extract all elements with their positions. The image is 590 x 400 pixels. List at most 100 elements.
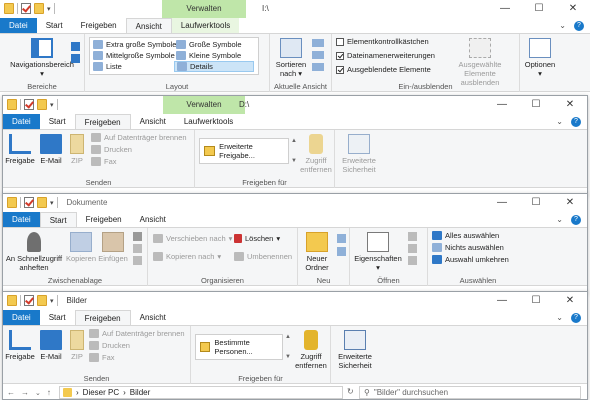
delete-button[interactable]: Löschen ▾: [234, 234, 280, 243]
new-folder-icon[interactable]: [34, 3, 44, 14]
advanced-security-button[interactable]: Erweiterte Sicherheit: [333, 330, 377, 370]
new-item-icon[interactable]: [337, 234, 346, 243]
rename-button[interactable]: Umbenennen: [234, 252, 292, 261]
layout-extra-large-icons[interactable]: Extra große Symbole: [93, 40, 176, 49]
options-button[interactable]: Optionen ▾: [520, 38, 560, 78]
email-button[interactable]: E-Mail: [37, 134, 65, 165]
recent-locations-icon[interactable]: ⌄: [35, 389, 41, 397]
breadcrumb-this-pc[interactable]: Dieser PC: [83, 388, 119, 397]
qat-dropdown-icon[interactable]: ▾: [50, 101, 54, 109]
checkbox[interactable]: [336, 37, 344, 46]
properties-check-icon[interactable]: [24, 197, 34, 208]
qat-dropdown-icon[interactable]: ▾: [50, 297, 54, 305]
collapse-ribbon-icon[interactable]: ⌄: [556, 215, 563, 224]
help-icon[interactable]: ?: [574, 20, 584, 31]
close-button[interactable]: ✕: [553, 292, 587, 310]
details-pane-icon[interactable]: [71, 54, 80, 63]
copy-to-button[interactable]: Kopieren nach ▾: [153, 252, 221, 261]
stop-sharing-button[interactable]: Zugriff entfernen: [299, 134, 333, 174]
tab-view[interactable]: Ansicht: [131, 212, 175, 227]
fax-button[interactable]: Fax: [91, 157, 117, 166]
tab-view[interactable]: Ansicht: [131, 310, 175, 325]
open-icon[interactable]: [408, 232, 417, 241]
layout-details[interactable]: Details: [174, 61, 254, 72]
burn-disc-button[interactable]: Auf Datenträger brennen: [91, 133, 187, 142]
new-folder-icon[interactable]: [37, 99, 47, 110]
tab-drive-tools[interactable]: Laufwerktools: [171, 18, 240, 33]
collapse-ribbon-icon[interactable]: ⌄: [556, 313, 563, 322]
tab-share[interactable]: Freigeben: [74, 310, 131, 325]
tab-view[interactable]: Ansicht: [131, 114, 175, 129]
invert-selection-button[interactable]: Auswahl umkehren: [432, 255, 509, 264]
maximize-button[interactable]: ☐: [519, 292, 553, 310]
tab-drive-tools[interactable]: Laufwerktools: [175, 114, 242, 129]
layout-medium-icons[interactable]: Mittelgroße Symbole: [93, 51, 175, 60]
print-button[interactable]: Drucken: [89, 341, 130, 350]
qat-dropdown-icon[interactable]: ▾: [47, 5, 51, 13]
copy-button[interactable]: Kopieren: [65, 232, 97, 263]
minimize-button[interactable]: —: [485, 194, 519, 212]
refresh-icon[interactable]: ↻: [347, 387, 354, 396]
tab-file[interactable]: Datei: [3, 212, 40, 227]
select-all-button[interactable]: Alles auswählen: [432, 231, 499, 240]
properties-button[interactable]: Eigenschaften ▾: [352, 232, 404, 272]
properties-check-icon[interactable]: [24, 295, 34, 306]
tab-start[interactable]: Start: [40, 310, 75, 325]
minimize-button[interactable]: —: [485, 292, 519, 310]
search-input[interactable]: ⚲ "Bilder" durchsuchen: [359, 386, 581, 399]
sort-by-button[interactable]: Sortieren nach ▾: [274, 38, 308, 78]
tab-start[interactable]: Start: [37, 18, 72, 33]
tab-start[interactable]: Start: [40, 114, 75, 129]
history-icon[interactable]: [408, 256, 417, 265]
checkbox-hidden-items[interactable]: Ausgeblendete Elemente: [336, 65, 431, 74]
maximize-button[interactable]: ☐: [522, 0, 556, 18]
paste-shortcut-icon[interactable]: [133, 256, 142, 265]
layout-list[interactable]: Liste: [93, 62, 122, 71]
tab-share[interactable]: Freigeben: [77, 212, 131, 227]
checkbox-file-extensions[interactable]: Dateinamenerweiterungen: [336, 51, 435, 60]
burn-disc-button[interactable]: Auf Datenträger brennen: [89, 329, 185, 338]
checkbox[interactable]: [336, 65, 344, 74]
help-icon[interactable]: ?: [571, 312, 581, 323]
share-with-gallery-item[interactable]: Bestimmte Personen...: [195, 334, 283, 360]
add-columns-icon[interactable]: [312, 51, 324, 59]
tab-share[interactable]: Freigeben: [74, 114, 131, 129]
print-button[interactable]: Drucken: [91, 145, 132, 154]
layout-small-icons[interactable]: Kleine Symbole: [176, 51, 241, 60]
properties-check-icon[interactable]: [24, 99, 34, 110]
share-with-gallery-item[interactable]: Erweiterte Freigabe...: [199, 138, 289, 164]
up-icon[interactable]: ↑: [47, 388, 51, 397]
properties-check-icon[interactable]: [21, 3, 31, 14]
move-to-button[interactable]: Verschieben nach ▾: [153, 234, 232, 243]
close-button[interactable]: ✕: [556, 0, 590, 18]
collapse-ribbon-icon[interactable]: ⌄: [556, 117, 563, 126]
share-button[interactable]: Freigabe: [5, 134, 35, 165]
checkbox[interactable]: [336, 51, 344, 60]
fax-button[interactable]: Fax: [89, 353, 115, 362]
help-icon[interactable]: ?: [571, 214, 581, 225]
hide-selected-button[interactable]: Ausgewählte Elemente ausblenden: [444, 38, 516, 87]
stop-sharing-button[interactable]: Zugriff entfernen: [293, 330, 329, 370]
copy-path-icon[interactable]: [133, 244, 142, 253]
minimize-button[interactable]: —: [485, 96, 519, 114]
new-folder-icon[interactable]: [37, 295, 47, 306]
zip-button[interactable]: ZIP: [66, 134, 88, 165]
easy-access-icon[interactable]: [337, 247, 346, 256]
navigation-pane-button[interactable]: Navigationsbereich ▾: [2, 38, 82, 78]
cut-icon[interactable]: [133, 232, 142, 241]
minimize-button[interactable]: —: [488, 0, 522, 18]
forward-icon[interactable]: →: [21, 388, 29, 397]
breadcrumb-pictures[interactable]: Bilder: [130, 388, 150, 397]
checkbox-item-check-boxes[interactable]: Elementkontrollkästchen: [336, 37, 429, 46]
gallery-scroll[interactable]: ▲ ▼: [290, 138, 298, 164]
group-by-icon[interactable]: [312, 39, 324, 47]
close-button[interactable]: ✕: [553, 96, 587, 114]
tab-share[interactable]: Freigeben: [72, 18, 126, 33]
tab-file[interactable]: Datei: [3, 114, 40, 129]
tab-view[interactable]: Ansicht: [125, 18, 172, 33]
size-columns-icon[interactable]: [312, 63, 324, 71]
new-folder-icon[interactable]: [37, 197, 47, 208]
tab-file[interactable]: Datei: [0, 18, 37, 33]
collapse-ribbon-icon[interactable]: ⌄: [559, 21, 566, 30]
preview-pane-icon[interactable]: [71, 42, 80, 51]
